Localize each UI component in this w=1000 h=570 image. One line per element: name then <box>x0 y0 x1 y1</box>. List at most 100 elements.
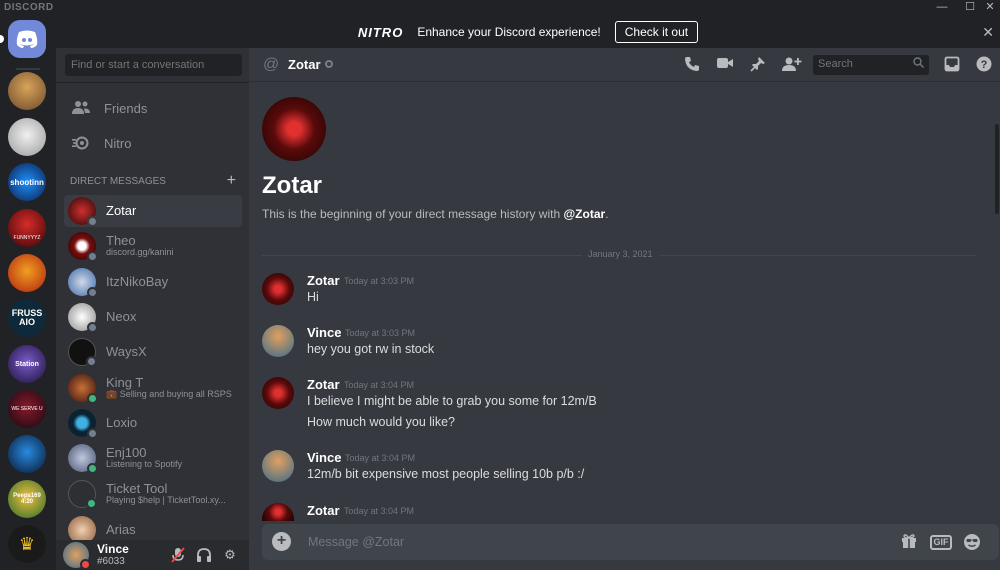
message-content: I believe I might be able to grab you so… <box>307 394 597 408</box>
dm-status-text: Listening to Spotify <box>106 460 183 470</box>
crown-icon: ♛ <box>18 533 36 554</box>
close-window-button[interactable]: ✕ <box>978 0 1000 16</box>
message-content: 12m/b bit expensive most people selling … <box>307 467 585 481</box>
nav-nitro[interactable]: Nitro <box>64 127 242 159</box>
dm-name: ItzNikoBay <box>106 274 169 289</box>
dm-name: Ticket Tool <box>106 481 168 496</box>
check-it-out-button[interactable]: Check it out <box>614 21 699 43</box>
dm-item-loxio[interactable]: Loxio <box>64 407 242 439</box>
app-brand: DISCORD <box>4 2 54 13</box>
message-avatar[interactable] <box>262 503 294 521</box>
find-conversation-input[interactable] <box>65 54 242 76</box>
user-avatar[interactable] <box>63 542 91 570</box>
server-icon[interactable]: WE SERVE U <box>8 390 46 428</box>
dm-item-neox[interactable]: Neox <box>64 301 242 333</box>
date-divider-label: January 3, 2021 <box>582 249 659 259</box>
message-avatar[interactable] <box>262 325 294 357</box>
user-panel: Vince #6033 ⚙ <box>56 540 249 570</box>
avatar <box>68 268 98 298</box>
inbox-icon[interactable] <box>943 56 961 74</box>
message-timestamp: Today at 3:04 PM <box>345 453 416 463</box>
message-content: Hi <box>307 290 319 304</box>
mute-microphone-icon[interactable] <box>170 547 186 563</box>
home-button[interactable] <box>8 20 46 58</box>
direct-messages-header: DIRECT MESSAGES + <box>70 172 236 190</box>
server-icon[interactable]: Station <box>8 345 46 383</box>
help-icon[interactable]: ? <box>975 56 993 74</box>
pinned-messages-icon[interactable] <box>749 56 767 74</box>
server-icon[interactable]: Peeps169 4:20 <box>8 480 46 518</box>
video-call-icon[interactable] <box>716 56 734 74</box>
user-tag: #6033 <box>97 556 125 567</box>
dm-item-itznikobay[interactable]: ItzNikoBay <box>64 266 242 298</box>
server-icon[interactable] <box>8 72 46 110</box>
message-timestamp: Today at 3:03 PM <box>344 276 415 286</box>
create-dm-icon[interactable]: + <box>227 172 236 190</box>
dm-status-text: Playing $help | TicketTool.xy... <box>106 496 226 506</box>
message-timestamp: Today at 3:03 PM <box>345 328 416 338</box>
avatar <box>68 374 98 404</box>
message-author[interactable]: Zotar <box>307 503 340 518</box>
message-author[interactable]: Zotar <box>307 273 340 288</box>
add-friend-to-dm-icon[interactable] <box>782 56 802 74</box>
dm-item-theo[interactable]: Theo discord.gg/kanini <box>64 230 242 262</box>
gift-icon[interactable] <box>899 533 919 551</box>
nitro-logo: NITRO <box>357 24 404 40</box>
dm-item-enj100[interactable]: Enj100 Listening to Spotify <box>64 442 242 474</box>
chat-scrollbar[interactable] <box>994 84 1000 504</box>
settings-gear-icon[interactable]: ⚙ <box>222 547 238 563</box>
status-online-icon <box>87 393 98 404</box>
server-icon[interactable]: FUNNYYYZ <box>8 209 46 247</box>
message-author[interactable]: Zotar <box>307 377 340 392</box>
intro-title: Zotar <box>262 172 322 199</box>
close-banner-icon[interactable]: ✕ <box>982 24 994 41</box>
search-input[interactable]: Search <box>813 55 929 75</box>
dm-status-text: 💼 Selling and buying all RSPS <box>106 390 232 400</box>
friends-icon <box>72 101 90 114</box>
svg-text:?: ? <box>981 59 988 71</box>
upload-plus-icon[interactable]: + <box>272 532 291 551</box>
nitro-icon <box>72 136 89 150</box>
dm-name: Zotar <box>106 203 137 218</box>
avatar <box>68 480 97 509</box>
status-offline-icon <box>87 216 98 227</box>
nav-friends[interactable]: Friends <box>64 92 242 124</box>
dm-item-king-t[interactable]: King T 💼 Selling and buying all RSPS <box>64 372 242 404</box>
nav-friends-label: Friends <box>104 100 148 116</box>
server-icon[interactable] <box>8 118 46 156</box>
headphones-icon[interactable] <box>196 547 212 563</box>
emoji-icon[interactable] <box>962 533 982 551</box>
gif-button[interactable]: GIF <box>930 535 952 550</box>
dm-item-waysx[interactable]: WaysX <box>64 336 242 368</box>
dm-name: Neox <box>106 309 137 324</box>
server-icon[interactable] <box>8 435 46 473</box>
message-author[interactable]: Vince <box>307 325 341 340</box>
server-icon[interactable]: FRUSS AIO <box>8 299 46 337</box>
rail-separator <box>16 68 40 70</box>
status-online-icon <box>86 498 97 509</box>
status-offline-icon <box>87 251 98 262</box>
dm-header-label: DIRECT MESSAGES <box>70 176 166 187</box>
server-icon[interactable] <box>8 254 46 292</box>
call-icon[interactable] <box>683 56 701 74</box>
message-content: How much would you like? <box>307 415 455 429</box>
banner-text: Enhance your Discord experience! <box>417 25 601 39</box>
server-rail: shootinn FUNNYYYZ FRUSS AIO Station WE S… <box>0 16 56 570</box>
message-avatar[interactable] <box>262 450 294 482</box>
chat-header: @ Zotar Search ? <box>249 48 1000 82</box>
message-avatar[interactable] <box>262 377 294 409</box>
nitro-banner: NITRO Enhance your Discord experience! C… <box>56 16 1000 48</box>
server-icon[interactable]: shootinn <box>8 163 46 201</box>
scrollbar-thumb[interactable] <box>995 124 999 214</box>
status-offline-icon <box>87 322 98 333</box>
dm-item-zotar[interactable]: Zotar <box>64 195 242 227</box>
message-author[interactable]: Vince <box>307 450 341 465</box>
dm-name: Theo <box>106 233 136 248</box>
minimize-button[interactable]: — <box>930 0 954 16</box>
message-input[interactable]: Message @Zotar <box>308 535 404 549</box>
server-icon[interactable]: ♛ <box>8 525 46 563</box>
status-offline-icon <box>86 356 97 367</box>
dm-item-ticket-tool[interactable]: Ticket Tool Playing $help | TicketTool.xy… <box>64 478 242 510</box>
message-avatar[interactable] <box>262 273 294 305</box>
avatar <box>68 409 98 439</box>
